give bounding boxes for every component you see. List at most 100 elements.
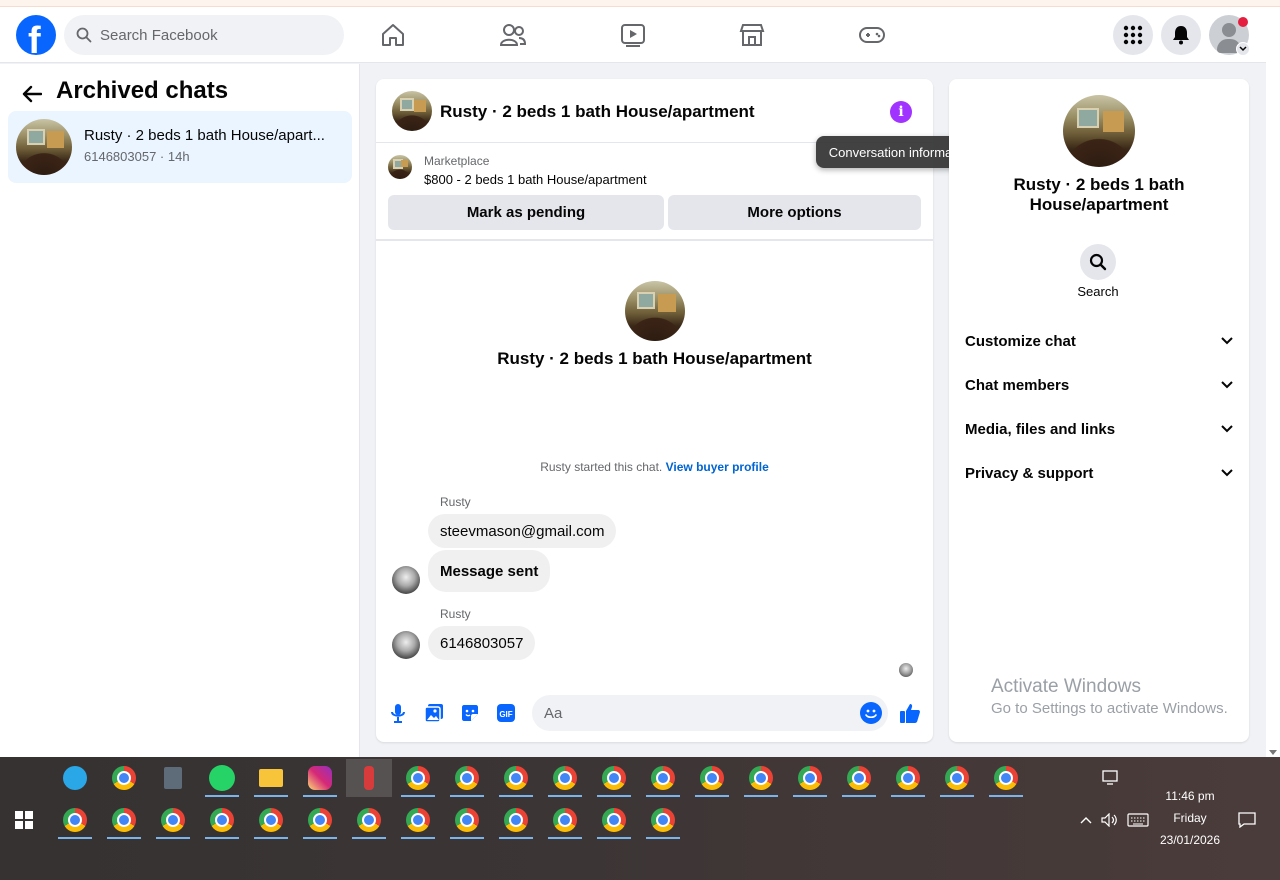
volume-icon[interactable] <box>1100 811 1120 829</box>
info-icon[interactable]: i <box>890 101 912 123</box>
message-bubble[interactable]: Message sent <box>428 550 551 592</box>
mark-as-pending-button[interactable]: Mark as pending <box>388 195 664 230</box>
notifications-icon[interactable] <box>1161 15 1201 55</box>
app-icon-1[interactable] <box>56 759 94 797</box>
chrome-window[interactable] <box>889 759 927 797</box>
conversation-title[interactable]: Rusty · 2 beds 1 bath House/apartment <box>440 102 755 122</box>
chrome-window[interactable] <box>497 801 535 839</box>
listing-price-title[interactable]: $800 - 2 beds 1 bath House/apartment <box>424 172 647 187</box>
customize-chat-section[interactable]: Customize chat <box>965 319 1233 363</box>
chrome-canary-icon[interactable] <box>105 759 143 797</box>
conversation-intro-avatar <box>625 281 685 341</box>
search-input[interactable] <box>100 15 330 55</box>
chrome-window[interactable] <box>644 759 682 797</box>
chrome-window[interactable] <box>840 759 878 797</box>
chrome-window[interactable] <box>350 801 388 839</box>
top-navigation-bar: f <box>0 7 1266 63</box>
facebook-logo[interactable]: f <box>16 15 56 55</box>
account-avatar[interactable] <box>1209 15 1250 56</box>
chrome-window[interactable] <box>595 801 633 839</box>
chevron-down-icon[interactable] <box>1236 42 1250 56</box>
chrome-window[interactable] <box>105 801 143 839</box>
notification-dot <box>1238 17 1248 27</box>
seen-indicator-avatar <box>899 663 913 677</box>
conversation-info-panel: Rusty · 2 beds 1 bath House/apartment Se… <box>949 79 1249 742</box>
gif-icon[interactable]: GIF <box>494 701 518 725</box>
chrome-window[interactable] <box>595 759 633 797</box>
network-desktop-icon[interactable] <box>1091 759 1129 797</box>
conversation-panel: Rusty · 2 beds 1 bath House/apartment i … <box>376 79 933 742</box>
conversation-header: Rusty · 2 beds 1 bath House/apartment i <box>376 79 933 143</box>
listing-thumbnail <box>16 119 72 175</box>
chrome-window[interactable] <box>203 801 241 839</box>
listing-small-thumbnail <box>388 155 412 179</box>
clock-time[interactable]: 11:46 pm <box>1150 789 1230 803</box>
view-buyer-profile-link[interactable]: View buyer profile <box>666 460 769 474</box>
file-explorer-icon[interactable] <box>252 759 290 797</box>
info-avatar[interactable] <box>1063 95 1135 167</box>
chrome-window[interactable] <box>987 759 1025 797</box>
search-box[interactable] <box>64 15 344 55</box>
emoji-icon[interactable] <box>860 702 882 724</box>
search-label[interactable]: Search <box>949 284 1247 299</box>
chrome-window[interactable] <box>56 801 94 839</box>
chat-list-item[interactable]: Rusty · 2 beds 1 bath House/apart... 614… <box>8 111 352 183</box>
video-icon[interactable] <box>613 15 653 55</box>
sticker-icon[interactable] <box>458 701 482 725</box>
home-icon[interactable] <box>373 15 413 55</box>
chrome-window[interactable] <box>252 801 290 839</box>
message-bubble[interactable]: 6146803057 <box>428 626 536 660</box>
privacy-support-section[interactable]: Privacy & support <box>965 451 1233 495</box>
image-icon[interactable] <box>422 701 446 725</box>
chrome-window[interactable] <box>301 801 339 839</box>
whatsapp-icon[interactable] <box>203 759 241 797</box>
menu-grid-icon[interactable] <box>1113 15 1153 55</box>
marketplace-icon[interactable] <box>732 15 772 55</box>
chrome-window[interactable] <box>791 759 829 797</box>
chrome-window[interactable] <box>546 759 584 797</box>
back-arrow-icon[interactable] <box>18 80 46 108</box>
archived-chats-sidebar: Archived chats Rusty · 2 beds 1 bath Hou… <box>0 64 360 757</box>
clock-date[interactable]: 23/01/2026 <box>1150 833 1230 847</box>
gaming-icon[interactable] <box>852 15 892 55</box>
keyboard-icon[interactable] <box>1126 811 1150 829</box>
chrome-window[interactable] <box>448 759 486 797</box>
chrome-window[interactable] <box>399 759 437 797</box>
chevron-down-icon <box>1221 337 1233 345</box>
chat-started-note: Rusty started this chat. View buyer prof… <box>376 460 933 474</box>
message-composer[interactable] <box>532 695 888 731</box>
chrome-window[interactable] <box>742 759 780 797</box>
chrome-window[interactable] <box>399 801 437 839</box>
microphone-icon[interactable] <box>386 701 410 725</box>
chrome-window[interactable] <box>938 759 976 797</box>
notification-center-icon[interactable] <box>1237 811 1257 829</box>
calculator-icon[interactable] <box>154 759 192 797</box>
chrome-window[interactable] <box>154 801 192 839</box>
chrome-window[interactable] <box>546 801 584 839</box>
instagram-icon[interactable] <box>301 759 339 797</box>
chevron-up-icon[interactable] <box>1078 811 1094 829</box>
like-icon[interactable] <box>898 701 922 725</box>
chrome-window[interactable] <box>693 759 731 797</box>
chat-members-section[interactable]: Chat members <box>965 363 1233 407</box>
chevron-down-icon <box>1221 425 1233 433</box>
sender-avatar[interactable] <box>392 566 420 594</box>
page-scrollbar[interactable] <box>1266 7 1280 757</box>
conversation-avatar[interactable] <box>392 91 432 131</box>
page-title: Archived chats <box>56 77 229 104</box>
more-options-button[interactable]: More options <box>668 195 921 230</box>
chrome-window[interactable] <box>497 759 535 797</box>
clock-day[interactable]: Friday <box>1150 811 1230 825</box>
windows-start-icon[interactable] <box>15 811 33 829</box>
snipping-tool-icon[interactable] <box>346 759 392 797</box>
scroll-down-arrow[interactable] <box>1269 750 1277 755</box>
started-text: Rusty started this chat. <box>540 460 663 474</box>
friends-icon[interactable] <box>493 15 533 55</box>
chrome-window[interactable] <box>448 801 486 839</box>
search-icon[interactable] <box>1080 244 1116 280</box>
message-bubble[interactable]: steevmason@gmail.com <box>428 514 617 548</box>
chrome-window[interactable] <box>644 801 682 839</box>
media-files-links-section[interactable]: Media, files and links <box>965 407 1233 451</box>
sender-avatar[interactable] <box>392 631 420 659</box>
message-input[interactable] <box>544 695 844 731</box>
